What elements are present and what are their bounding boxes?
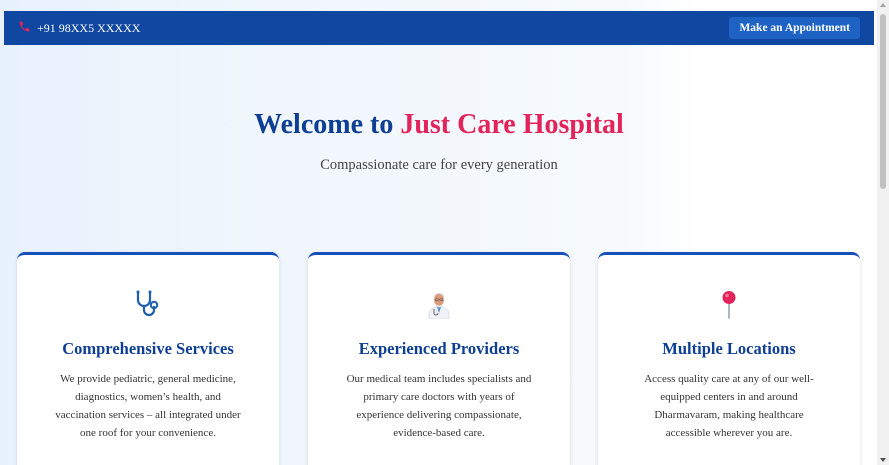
page-viewport: +91 98XX5 XXXXX Make an Appointment Welc… (0, 0, 877, 465)
card-title: Multiple Locations (662, 339, 796, 358)
feature-card-locations: Multiple Locations Access quality care a… (598, 252, 860, 465)
map-pin-icon (598, 289, 860, 319)
feature-card-providers: Experienced Providers Our medical team i… (308, 252, 570, 465)
scroll-up-arrow-icon[interactable] (880, 3, 886, 7)
doctor-icon (308, 289, 570, 319)
card-description: We provide pediatric, general medicine, … (55, 373, 241, 439)
scroll-down-arrow-icon[interactable] (880, 458, 886, 462)
phone-contact[interactable]: +91 98XX5 XXXXX (18, 20, 140, 37)
card-title: Experienced Providers (358, 339, 520, 358)
card-title: Comprehensive Services (62, 339, 234, 358)
hero-title: Welcome to Just Care Hospital (4, 109, 874, 141)
make-appointment-button[interactable]: Make an Appointment (729, 17, 860, 39)
hero-title-brand: Just Care Hospital (400, 109, 624, 140)
card-description: Access quality care at any of our well-e… (644, 373, 814, 439)
phone-icon (18, 20, 37, 37)
top-bar: +91 98XX5 XXXXX Make an Appointment (4, 11, 874, 45)
feature-card-services: Comprehensive Services We provide pediat… (17, 252, 279, 465)
phone-number: +91 98XX5 XXXXX (37, 20, 141, 35)
hero-title-prefix: Welcome to (254, 109, 401, 140)
stethoscope-icon (17, 289, 279, 319)
vertical-scrollbar[interactable] (877, 0, 889, 465)
scrollbar-thumb[interactable] (880, 14, 886, 189)
card-description: Our medical team includes specialists an… (346, 373, 532, 439)
hero-subtitle: Compassionate care for every generation (320, 157, 558, 173)
